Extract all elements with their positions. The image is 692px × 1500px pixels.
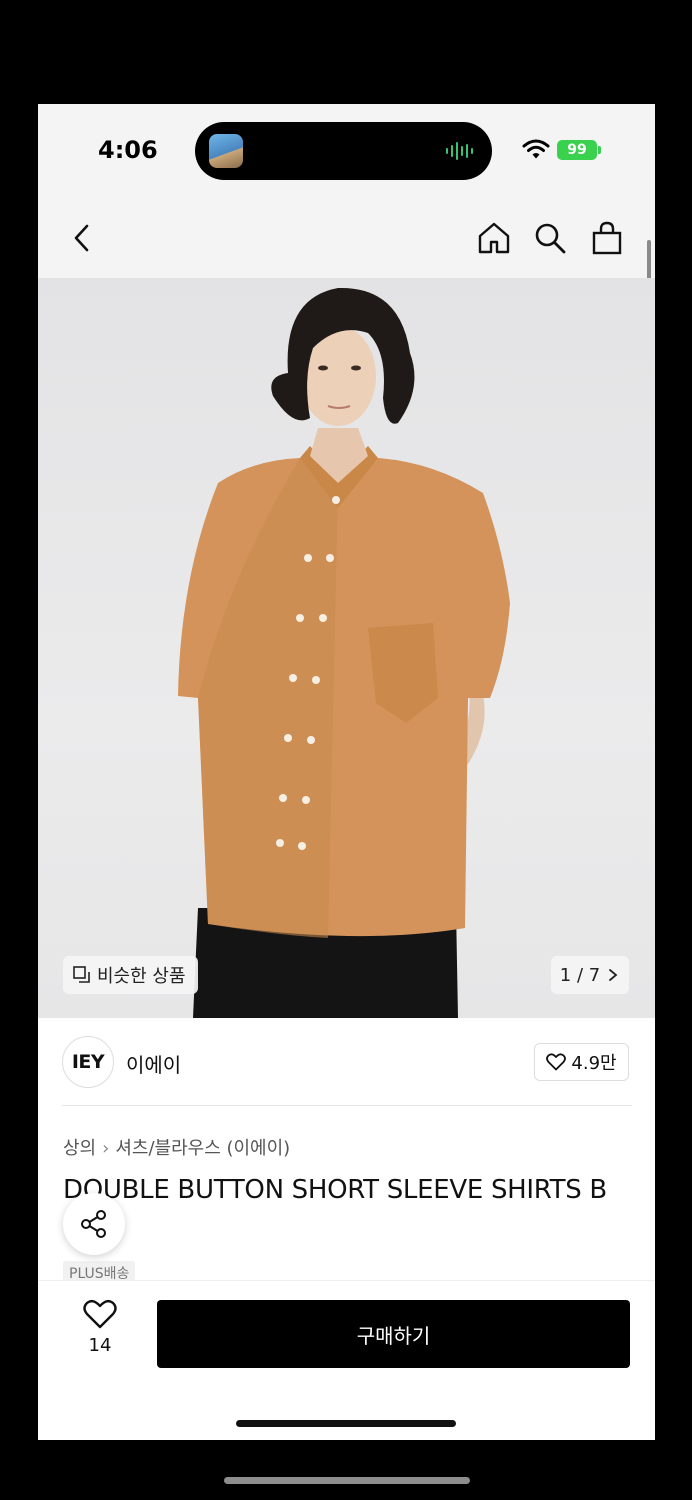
brand-name[interactable]: 이에이 — [126, 1049, 181, 1078]
search-icon — [535, 223, 566, 254]
audio-wave-icon — [446, 142, 473, 160]
home-button[interactable] — [474, 218, 514, 258]
image-counter-button[interactable]: 1 / 7 — [551, 956, 629, 994]
section-divider — [62, 1105, 632, 1106]
brand-logo[interactable]: IEY — [62, 1036, 114, 1088]
battery-level: 99 — [557, 140, 597, 160]
breadcrumb-subcategory[interactable]: 셔츠/블라우스 (이에이) — [115, 1138, 290, 1159]
brand-like-button[interactable]: 4.9만 — [534, 1043, 629, 1081]
purchase-bar: 14 구매하기 — [38, 1280, 655, 1440]
share-button[interactable] — [63, 1193, 125, 1255]
heart-icon — [546, 1053, 567, 1071]
breadcrumb-separator-icon: › — [102, 1138, 110, 1159]
breadcrumb-category[interactable]: 상의 — [63, 1138, 96, 1159]
breadcrumb: 상의 › 셔츠/블라우스 (이에이) — [63, 1134, 290, 1160]
product-image[interactable]: 비슷한 상품 1 / 7 — [38, 278, 655, 1018]
chevron-right-icon — [609, 969, 618, 981]
image-counter-text: 1 / 7 — [559, 964, 601, 986]
status-bar: 4:06 99 — [38, 104, 655, 196]
top-navigation — [38, 196, 655, 278]
wifi-icon — [522, 139, 550, 159]
share-icon — [81, 1210, 106, 1238]
battery-tip — [598, 146, 601, 154]
app-screen: 4:06 99 비슷한 상품 1 / 7 IEY 이에이 4.9만 상의 › 셔… — [38, 104, 655, 1440]
wishlist-button[interactable]: 14 — [74, 1299, 126, 1356]
search-button[interactable] — [530, 218, 570, 258]
chevron-left-icon — [74, 224, 89, 252]
similar-products-button[interactable]: 비슷한 상품 — [63, 956, 198, 994]
cart-button[interactable] — [587, 218, 627, 258]
buy-button[interactable]: 구매하기 — [157, 1300, 630, 1368]
product-title: DOUBLE BUTTON SHORT SLEEVE SHIRTS B — [63, 1175, 607, 1205]
model-in-shirt-illustration — [178, 287, 510, 1018]
home-icon — [478, 222, 510, 254]
outer-home-indicator — [224, 1477, 470, 1484]
shopping-bag-icon — [592, 221, 622, 255]
brand-like-count: 4.9만 — [571, 1053, 617, 1074]
wishlist-count: 14 — [88, 1335, 112, 1356]
copy-icon — [73, 966, 90, 983]
now-playing-artwork — [209, 134, 243, 168]
similar-products-label: 비슷한 상품 — [97, 966, 186, 987]
home-indicator[interactable] — [236, 1420, 456, 1427]
status-time: 4:06 — [98, 136, 158, 164]
heart-icon — [83, 1299, 117, 1329]
back-button[interactable] — [62, 218, 102, 258]
dynamic-island[interactable] — [195, 122, 492, 180]
